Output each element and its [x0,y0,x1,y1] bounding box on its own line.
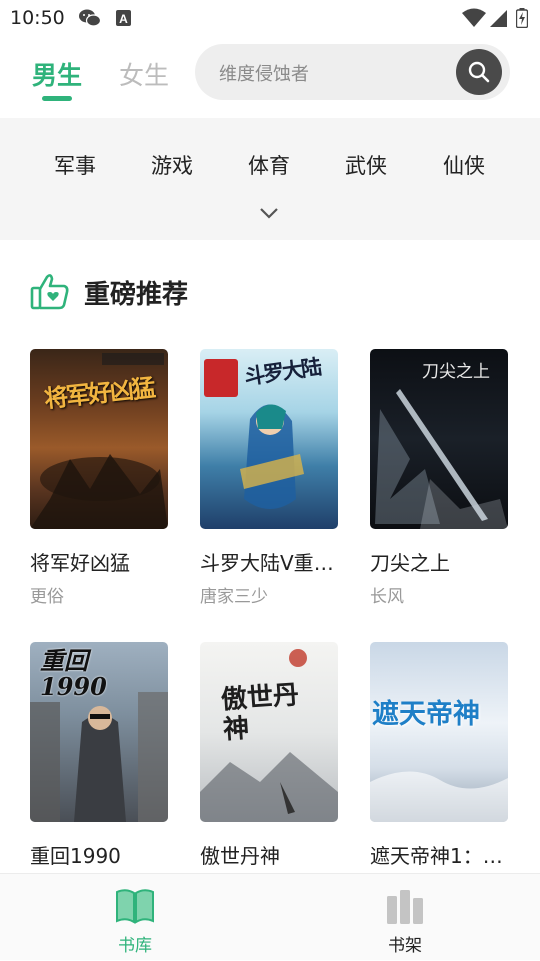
category-games[interactable]: 游戏 [132,150,212,180]
nav-library-label: 书库 [118,936,152,956]
active-tab-indicator [42,96,72,101]
category-bar: 军事 游戏 体育 武侠 仙侠 [0,118,540,240]
bookshelf-icon [387,890,423,924]
cover-title: 重回1990 [40,646,107,701]
wechat-icon [79,9,102,27]
chevron-down-icon[interactable] [258,206,280,220]
book-title: 将军好凶猛 [30,551,130,575]
category-wuxia[interactable]: 武侠 [326,150,406,180]
search-icon [468,61,490,83]
status-time: 10:50 [10,7,65,29]
cover-title: 刀尖之上 [422,362,490,382]
section-header: 重磅推荐 [0,240,540,340]
book-title: 斗罗大陆V重生唐三 [200,551,340,575]
thumbs-up-icon [30,274,69,310]
book-cover[interactable]: 斗罗大陆 [200,349,338,529]
search-placeholder: 维度侵蚀者 [219,64,309,85]
book-cover[interactable]: 将军好凶猛 [30,349,168,529]
book-title: 傲世丹神 [200,844,280,868]
nav-bookshelf-label: 书架 [388,936,422,956]
book-cover[interactable]: 傲世丹神 [200,642,338,822]
nav-bookshelf[interactable]: 书架 [330,874,480,961]
tab-male[interactable]: 男生 [32,56,82,92]
book-author: 长风 [370,587,404,607]
tab-female[interactable]: 女生 [119,56,169,92]
book-title: 遮天帝神1：仙帝归来 [370,844,510,868]
open-book-icon [116,889,154,924]
status-bar: 10:50 A [0,0,540,36]
book-title: 重回1990 [30,844,121,868]
header: 男生 女生 维度侵蚀者 [0,36,540,118]
bottom-nav: 书库 书架 [0,873,540,960]
category-xianxia[interactable]: 仙侠 [424,150,504,180]
book-author: 更俗 [30,587,64,607]
nav-library[interactable]: 书库 [60,874,210,961]
section-title: 重磅推荐 [84,280,189,310]
cover-title: 傲世丹神 [220,680,300,746]
book-cover[interactable]: 遮天帝神 [370,642,508,822]
wifi-icon [462,8,486,27]
cover-title: 遮天帝神 [372,699,480,730]
search-input[interactable]: 维度侵蚀者 [195,44,510,100]
book-cover[interactable]: 刀尖之上 [370,349,508,529]
signal-icon [490,10,507,27]
book-title: 刀尖之上 [370,551,450,575]
a-notification-icon: A [116,10,131,26]
category-sports[interactable]: 体育 [229,150,309,180]
search-button[interactable] [456,49,502,95]
svg-text:A: A [119,12,128,26]
book-cover[interactable]: 重回1990 [30,642,168,822]
battery-icon [516,8,528,28]
book-author: 唐家三少 [200,587,268,607]
category-military[interactable]: 军事 [35,150,115,180]
